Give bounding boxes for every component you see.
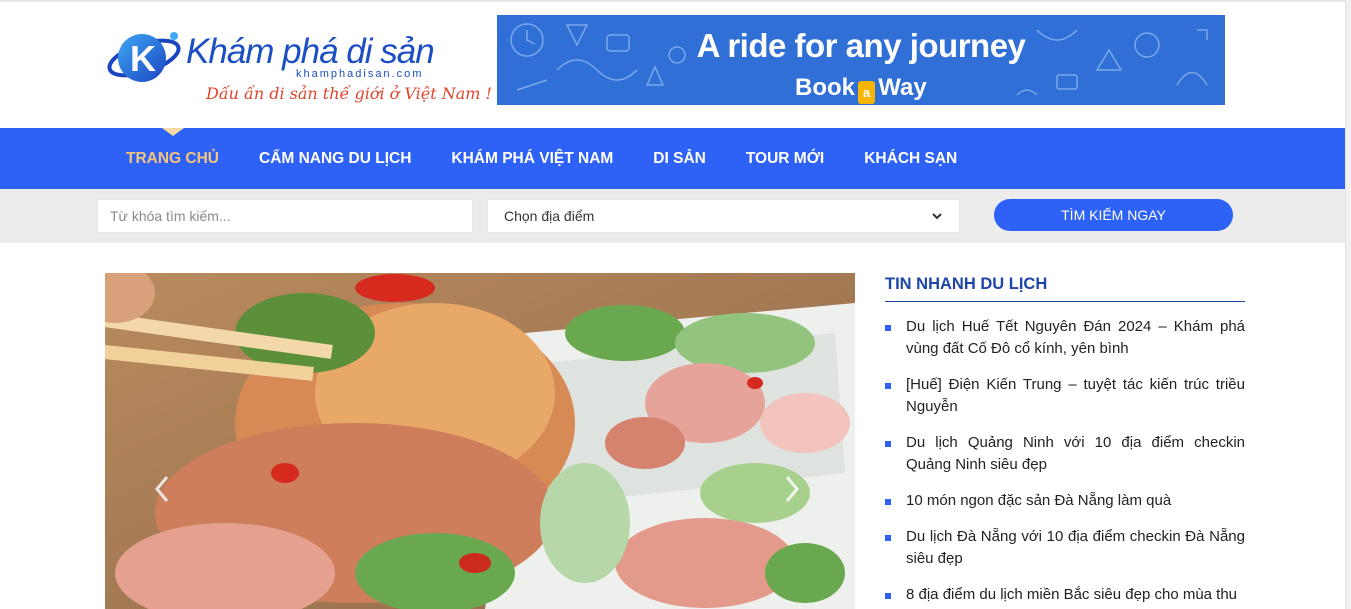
slider-image (105, 273, 855, 609)
banner-brand-right: Way (878, 74, 927, 101)
news-list: Du lịch Huế Tết Nguyên Đán 2024 – Khám p… (885, 316, 1245, 606)
logo-domain: khamphadisan.com (296, 68, 424, 80)
news-item-label: [Huế] Điện Kiến Trung – tuyệt tác kiến t… (906, 376, 1245, 415)
site-header: K Khám phá di sản khamphadisan.com Dấu ấ… (0, 2, 1345, 128)
banner-brand-mid: a (858, 80, 876, 104)
banner-brand: Book a Way (795, 71, 927, 105)
news-item[interactable]: [Huế] Điện Kiến Trung – tuyệt tác kiến t… (885, 374, 1245, 418)
nav-item-label: KHÁM PHÁ VIỆT NAM (451, 149, 614, 167)
logo-k-icon: K (107, 32, 181, 82)
search-input[interactable] (97, 199, 473, 233)
bullet-icon (885, 535, 891, 541)
news-item-label: Du lịch Đà Nẵng với 10 địa điểm checkin … (906, 528, 1245, 567)
nav-list: TRANG CHỦ CẨM NANG DU LỊCH KHÁM PHÁ VIỆT… (106, 128, 977, 189)
news-item-label: 10 món ngon đặc sản Đà Nẵng làm quà (906, 492, 1172, 509)
chevron-down-icon (931, 210, 943, 222)
banner-brand-left: Book (795, 74, 855, 101)
news-item-label: 8 địa điểm du lịch miền Bắc siêu đẹp cho… (906, 586, 1238, 603)
search-button[interactable]: TÌM KIẾM NGAY (994, 199, 1233, 231)
nav-item-trang-chu[interactable]: TRANG CHỦ (106, 128, 239, 189)
site-logo[interactable]: K Khám phá di sản khamphadisan.com Dấu ấ… (106, 24, 492, 108)
slider-prev-button[interactable] (151, 473, 175, 509)
nav-item-tour-moi[interactable]: TOUR MỚI (726, 128, 844, 189)
nav-item-label: CẨM NANG DU LỊCH (259, 149, 412, 167)
slider-next-button[interactable] (783, 473, 807, 509)
news-item[interactable]: 8 địa điểm du lịch miền Bắc siêu đẹp cho… (885, 584, 1245, 606)
location-select[interactable]: Chọn địa điểm (487, 199, 960, 233)
chevron-right-icon (785, 476, 799, 502)
bullet-icon (885, 499, 891, 505)
nav-item-label: TOUR MỚI (745, 149, 825, 167)
quick-news-sidebar: TIN NHANH DU LỊCH Du lịch Huế Tết Nguyên… (885, 273, 1245, 609)
logo-title: Khám phá di sản (186, 32, 435, 71)
page-scrollbar[interactable] (1345, 0, 1351, 609)
sidebar-title: TIN NHANH DU LỊCH (885, 273, 1245, 302)
chevron-left-icon (155, 476, 169, 502)
logo-slogan: Dấu ấn di sản thế giới ở Việt Nam ! (206, 84, 492, 103)
nav-item-label: DI SẢN (653, 149, 706, 167)
active-caret (161, 128, 184, 136)
bullet-icon (885, 325, 891, 331)
nav-item-di-san[interactable]: DI SẢN (633, 128, 726, 189)
nav-item-khach-san[interactable]: KHÁCH SẠN (844, 128, 977, 189)
svg-text:K: K (130, 38, 156, 79)
news-item-label: Du lịch Huế Tết Nguyên Đán 2024 – Khám p… (906, 318, 1245, 357)
news-item[interactable]: 10 món ngon đặc sản Đà Nẵng làm quà (885, 490, 1245, 512)
news-item-label: Du lịch Quảng Ninh với 10 địa điểm check… (906, 434, 1245, 473)
nav-item-label: KHÁCH SẠN (864, 149, 958, 167)
bullet-icon (885, 593, 891, 599)
main-nav: TRANG CHỦ CẨM NANG DU LỊCH KHÁM PHÁ VIỆT… (0, 128, 1345, 189)
nav-item-label: TRANG CHỦ (126, 149, 219, 167)
bullet-icon (885, 441, 891, 447)
featured-slider[interactable] (105, 273, 855, 609)
news-item[interactable]: Du lịch Huế Tết Nguyên Đán 2024 – Khám p… (885, 316, 1245, 360)
location-select-value: Chọn địa điểm (504, 208, 595, 224)
news-item[interactable]: Du lịch Đà Nẵng với 10 địa điểm checkin … (885, 526, 1245, 570)
nav-item-kham-pha-viet-nam[interactable]: KHÁM PHÁ VIỆT NAM (431, 128, 633, 189)
ad-banner[interactable]: A ride for any journey Book a Way (497, 15, 1225, 105)
nav-item-cam-nang-du-lich[interactable]: CẨM NANG DU LỊCH (239, 128, 431, 189)
bullet-icon (885, 383, 891, 389)
banner-headline: A ride for any journey (696, 27, 1026, 64)
news-item[interactable]: Du lịch Quảng Ninh với 10 địa điểm check… (885, 432, 1245, 476)
search-bar: Chọn địa điểm TÌM KIẾM NGAY (0, 189, 1345, 243)
